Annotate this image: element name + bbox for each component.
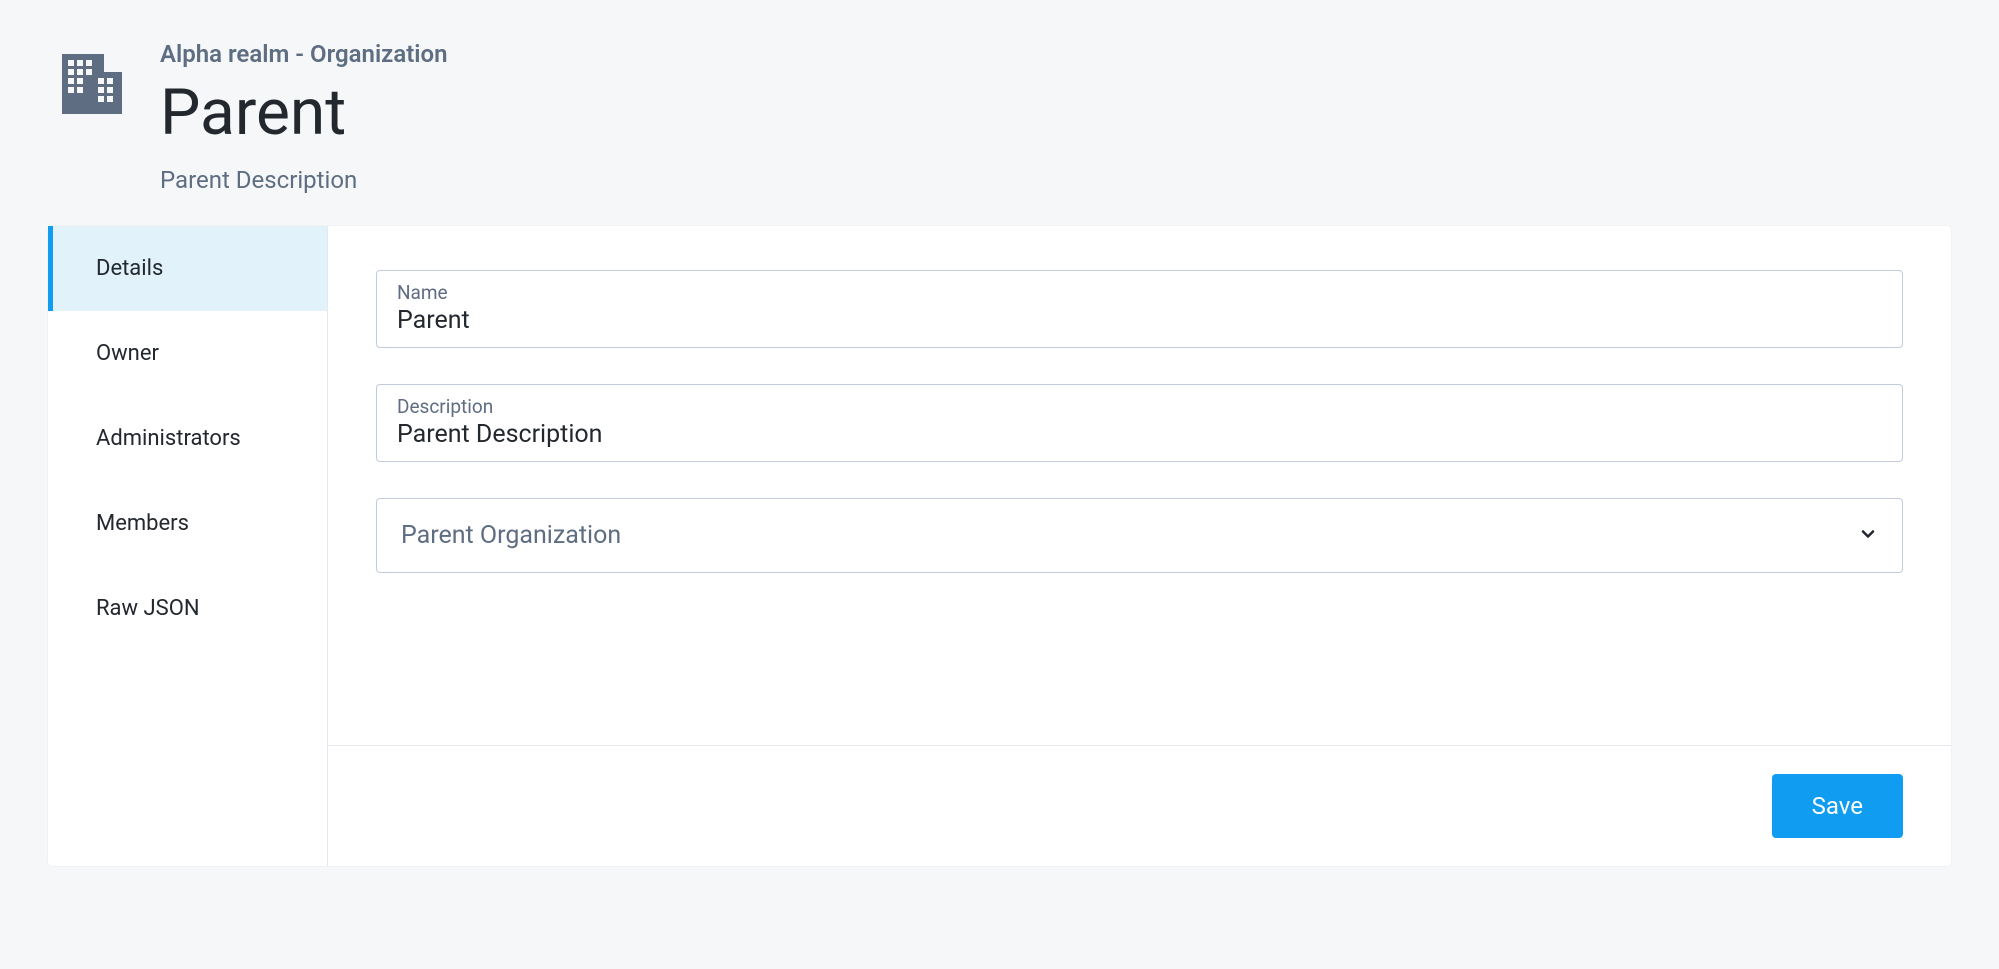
name-field-container: Name xyxy=(376,270,1903,348)
tab-details[interactable]: Details xyxy=(48,226,327,311)
tab-administrators[interactable]: Administrators xyxy=(48,396,327,481)
name-input[interactable] xyxy=(397,306,1882,335)
page-title: Parent xyxy=(160,78,448,148)
tabs-nav: Details Owner Administrators Members Raw… xyxy=(48,226,328,866)
tab-owner[interactable]: Owner xyxy=(48,311,327,396)
description-field-container: Description xyxy=(376,384,1903,462)
description-label: Description xyxy=(397,395,1882,418)
panel-body: Name Description Parent Organization xyxy=(328,226,1951,745)
tab-raw-json[interactable]: Raw JSON xyxy=(48,566,327,651)
content-card: Details Owner Administrators Members Raw… xyxy=(48,226,1951,866)
parent-organization-placeholder: Parent Organization xyxy=(401,521,621,550)
panel-footer: Save xyxy=(328,745,1951,866)
save-button[interactable]: Save xyxy=(1772,774,1903,838)
description-input[interactable] xyxy=(397,420,1882,449)
name-label: Name xyxy=(397,281,1882,304)
organization-icon xyxy=(56,48,128,120)
chevron-down-icon xyxy=(1858,524,1878,548)
tab-members[interactable]: Members xyxy=(48,481,327,566)
parent-organization-select[interactable]: Parent Organization xyxy=(376,498,1903,573)
page-header: Alpha realm - Organization Parent Parent… xyxy=(48,40,1951,194)
details-panel: Name Description Parent Organization xyxy=(328,226,1951,866)
breadcrumb: Alpha realm - Organization xyxy=(160,40,448,68)
page-subtitle: Parent Description xyxy=(160,166,448,194)
